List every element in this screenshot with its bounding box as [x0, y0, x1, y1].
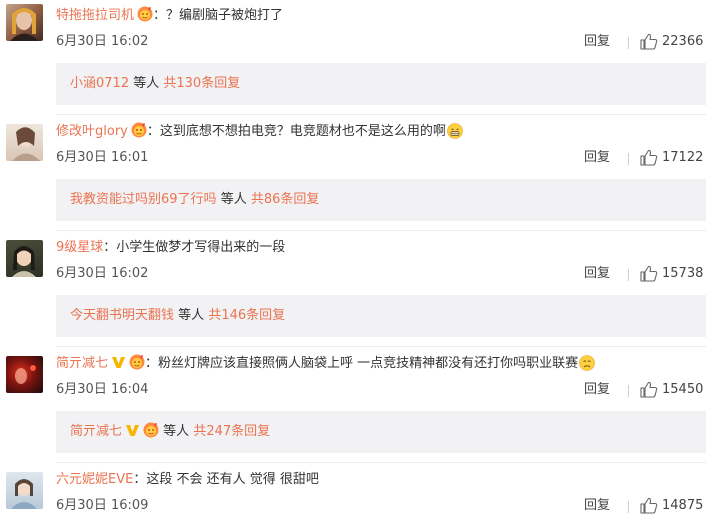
replies-summary[interactable]: 我教资能过吗别69了行吗 等人 共86条回复: [56, 179, 706, 221]
fan-badge-icon: [137, 6, 153, 22]
replier-name[interactable]: 简亓减七: [70, 424, 122, 439]
replies-summary[interactable]: 简亓减七 等人 共247条回复: [56, 411, 706, 453]
replies-total-link[interactable]: 共146条回复: [208, 308, 285, 323]
colon: ：: [133, 472, 147, 487]
comment-text: 小学生做梦才写得出来的一段: [116, 240, 286, 255]
replies-total-link[interactable]: 共130条回复: [163, 76, 240, 91]
replier-name[interactable]: 我教资能过吗别69了行吗: [70, 192, 217, 207]
avatar-image-icon: [15, 365, 36, 384]
username[interactable]: 六元妮妮EVE: [56, 472, 133, 487]
divider-vertical: [628, 269, 629, 281]
comment-line: 9级星球：小学生做梦才写得出来的一段: [56, 238, 285, 258]
avatar-image-icon: [10, 8, 39, 41]
username[interactable]: 简亓减七: [56, 356, 108, 371]
reply-button[interactable]: 回复: [584, 497, 610, 515]
avatar[interactable]: [6, 472, 43, 509]
username[interactable]: 特拖拖拉司机: [56, 8, 134, 23]
comment-divider: [56, 462, 706, 463]
avatar[interactable]: [6, 240, 43, 277]
fan-badge-icon: [129, 354, 145, 370]
colon: ：: [103, 240, 117, 255]
username[interactable]: 9级星球: [56, 240, 103, 255]
divider-vertical: [628, 153, 629, 165]
avatar[interactable]: [6, 124, 43, 161]
avatar-image-icon: [12, 127, 40, 161]
replies-total-link[interactable]: 共247条回复: [193, 424, 270, 439]
reply-button[interactable]: 回复: [584, 381, 610, 399]
reply-button[interactable]: 回复: [584, 265, 610, 283]
replier-name[interactable]: 小涵0712: [70, 76, 129, 91]
divider-vertical: [628, 501, 629, 513]
comment-text: ？编剧脑子被炮打了: [166, 8, 284, 23]
replies-etc: 等人: [163, 424, 190, 439]
comment-line: 六元妮妮EVE：这段 不会 还有人 觉得 很甜吧: [56, 470, 319, 490]
replies-line: 小涵0712 等人 共130条回复: [70, 63, 240, 105]
like-count: 15738: [662, 266, 704, 281]
replies-summary[interactable]: 今天翻书明天翻钱 等人 共146条回复: [56, 295, 706, 337]
fan-badge-icon: [131, 122, 147, 138]
comment-line: 修改叶glory ：这到底想不想拍电竞？电竞题材也不是这么用的啊: [56, 122, 463, 142]
avatar[interactable]: [6, 356, 43, 393]
comment-time: 6月30日 16:01: [56, 150, 149, 165]
comment-time: 6月30日 16:02: [56, 266, 149, 281]
replies-line: 今天翻书明天翻钱 等人 共146条回复: [70, 295, 285, 337]
replies-etc: 等人: [133, 76, 160, 91]
username[interactable]: 修改叶glory: [56, 124, 128, 139]
reply-button[interactable]: 回复: [584, 149, 610, 167]
replies-total-link[interactable]: 共86条回复: [251, 192, 320, 207]
reply-button[interactable]: 回复: [584, 33, 610, 51]
like-count: 22366: [662, 34, 704, 49]
comment-time: 6月30日 16:04: [56, 382, 149, 397]
avatar[interactable]: [6, 4, 43, 41]
comment-divider: [56, 230, 706, 231]
thumbs-up-icon[interactable]: [640, 497, 658, 514]
like-count: 15450: [662, 382, 704, 397]
replies-line: 简亓减七 等人 共247条回复: [70, 411, 270, 453]
replies-line: 我教资能过吗别69了行吗 等人 共86条回复: [70, 179, 319, 221]
comment-line: 简亓减七 ：粉丝灯牌应该直接照俩人脑袋上呼 一点竞技精神都没有还打你吗职业联赛: [56, 354, 595, 374]
replies-summary[interactable]: 小涵0712 等人 共130条回复: [56, 63, 706, 105]
comment-time: 6月30日 16:02: [56, 34, 149, 49]
comment-text: 这段 不会 还有人 觉得 很甜吧: [146, 472, 319, 487]
divider-vertical: [628, 37, 629, 49]
grin-emoji-icon: [447, 123, 463, 139]
replies-etc: 等人: [220, 192, 247, 207]
colon: ：: [145, 356, 159, 371]
vip-v-icon: [111, 355, 126, 369]
colon: ：: [153, 8, 167, 23]
fan-badge-icon: [143, 414, 159, 438]
comment-divider: [56, 114, 706, 115]
divider-vertical: [628, 385, 629, 397]
thumbs-up-icon[interactable]: [640, 33, 658, 50]
replier-name[interactable]: 今天翻书明天翻钱: [70, 308, 174, 323]
colon: ：: [146, 124, 160, 139]
comment-time: 6月30日 16:09: [56, 498, 149, 513]
comment-divider: [56, 346, 706, 347]
like-count: 17122: [662, 150, 704, 165]
vip-v-icon: [125, 413, 140, 436]
comment-text: 这到底想不想拍电竞？电竞题材也不是这么用的啊: [159, 124, 446, 139]
replies-etc: 等人: [178, 308, 205, 323]
thumbs-up-icon[interactable]: [640, 381, 658, 398]
like-count: 14875: [662, 498, 704, 513]
avatar-image-icon: [11, 479, 37, 509]
avatar-image-icon: [12, 246, 36, 277]
comment-text: 粉丝灯牌应该直接照俩人脑袋上呼 一点竞技精神都没有还打你吗职业联赛: [158, 356, 579, 371]
thumbs-up-icon[interactable]: [640, 265, 658, 282]
comment-line: 特拖拖拉司机 ：？编剧脑子被炮打了: [56, 6, 283, 26]
sad-emoji-icon: [579, 355, 595, 371]
thumbs-up-icon[interactable]: [640, 149, 658, 166]
